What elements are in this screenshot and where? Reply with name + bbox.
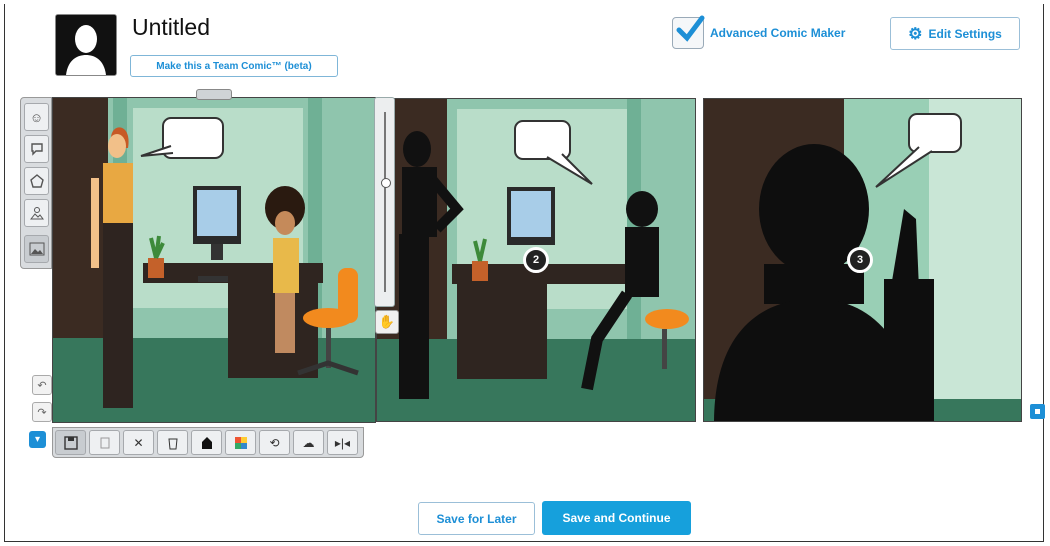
zoom-slider[interactable] bbox=[374, 97, 395, 307]
silhouette-icon[interactable] bbox=[191, 430, 222, 455]
comic-panel-2[interactable]: 2 bbox=[376, 98, 696, 422]
color-icon[interactable] bbox=[225, 430, 256, 455]
cloud-icon[interactable]: ☁ bbox=[293, 430, 324, 455]
scene-icon[interactable] bbox=[24, 199, 49, 227]
redo-icon[interactable]: ↷ bbox=[32, 402, 52, 422]
add-panel-button[interactable] bbox=[1030, 404, 1045, 419]
face-icon[interactable]: ☺ bbox=[24, 103, 49, 131]
advanced-comic-maker-toggle[interactable]: Advanced Comic Maker bbox=[672, 15, 846, 50]
gear-icon: ⚙ bbox=[908, 25, 923, 43]
bottom-toolbar: ✕ ⟲ ☁ ▸|◂ bbox=[52, 427, 364, 458]
trash-icon[interactable] bbox=[157, 430, 188, 455]
undo-icon[interactable]: ↶ bbox=[32, 375, 52, 395]
team-comic-button[interactable]: Make this a Team Comic™ (beta) bbox=[130, 55, 338, 77]
shape-icon[interactable] bbox=[24, 167, 49, 195]
save-and-continue-button[interactable]: Save and Continue bbox=[542, 501, 691, 535]
edit-settings-label: Edit Settings bbox=[928, 26, 1002, 41]
comic-panel-3[interactable]: 3 bbox=[703, 98, 1022, 422]
speech-bubble-icon[interactable] bbox=[24, 135, 49, 163]
delete-icon[interactable]: ✕ bbox=[123, 430, 154, 455]
panel-1-scene bbox=[53, 98, 375, 422]
checkmark-icon bbox=[676, 15, 705, 42]
hand-grab-icon[interactable]: ✋ bbox=[375, 310, 399, 334]
checkbox[interactable] bbox=[672, 15, 705, 49]
chevron-down-icon[interactable]: ▾ bbox=[29, 431, 46, 448]
panel-number-badge: 3 bbox=[847, 247, 873, 273]
panel-number-badge: 2 bbox=[523, 247, 549, 273]
image-icon[interactable] bbox=[24, 235, 49, 263]
save-for-later-button[interactable]: Save for Later bbox=[418, 502, 535, 535]
edit-settings-button[interactable]: ⚙ Edit Settings bbox=[890, 17, 1020, 50]
avatar[interactable] bbox=[55, 14, 117, 76]
save-icon[interactable] bbox=[55, 430, 86, 455]
zoom-slider-track bbox=[384, 112, 386, 292]
avatar-silhouette-icon bbox=[56, 15, 116, 75]
comic-panel-1[interactable] bbox=[52, 97, 376, 423]
rotate-icon[interactable]: ⟲ bbox=[259, 430, 290, 455]
zoom-slider-knob[interactable] bbox=[381, 178, 391, 188]
left-toolbar: ☺ bbox=[20, 97, 52, 269]
flip-icon[interactable]: ▸|◂ bbox=[327, 430, 358, 455]
comic-title[interactable]: Untitled bbox=[132, 14, 210, 41]
copy-icon[interactable] bbox=[89, 430, 120, 455]
panel-resize-handle[interactable] bbox=[196, 89, 232, 100]
advanced-comic-maker-label: Advanced Comic Maker bbox=[710, 26, 846, 40]
